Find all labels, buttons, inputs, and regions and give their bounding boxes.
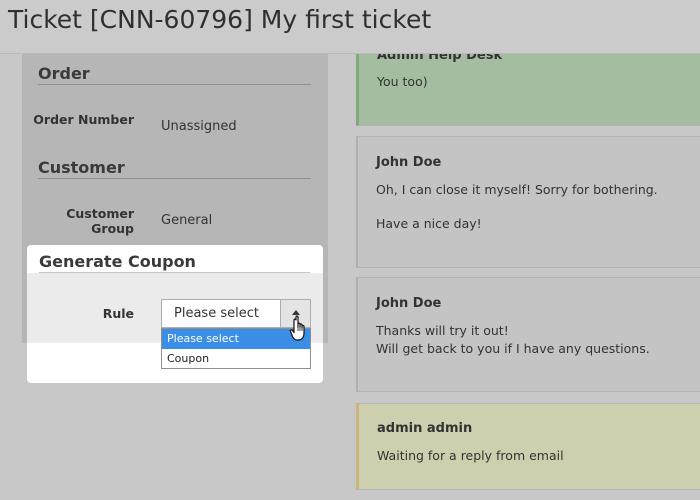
customer-divider bbox=[38, 178, 311, 179]
message-text: Have a nice day! bbox=[376, 216, 482, 231]
message-text: Thanks will try it out! bbox=[376, 323, 509, 338]
message-john-doe-2: John Doe Thanks will try it out! Will ge… bbox=[356, 277, 700, 392]
customer-section-title: Customer bbox=[38, 158, 125, 177]
hand-pointer-icon bbox=[289, 315, 305, 341]
message-text: Waiting for a reply from email bbox=[377, 448, 564, 463]
message-text: Will get back to you if I have any quest… bbox=[376, 341, 650, 356]
order-section-title: Order bbox=[38, 64, 90, 83]
page-title: Ticket [CNN-60796] My first ticket bbox=[8, 5, 432, 34]
message-text: Oh, I can close it myself! Sorry for bot… bbox=[376, 182, 658, 197]
message-author: admin admin bbox=[377, 421, 473, 436]
generate-coupon-card: Generate Coupon Rule Please select Pleas… bbox=[27, 245, 323, 383]
rule-select-value: Please select bbox=[174, 306, 259, 321]
order-number-value: Unassigned bbox=[161, 119, 237, 134]
customer-group-label: Customer Group bbox=[66, 206, 134, 236]
message-john-doe-1: John Doe Oh, I can close it myself! Sorr… bbox=[356, 136, 700, 268]
order-divider bbox=[38, 84, 311, 85]
message-text: You too) bbox=[377, 74, 428, 89]
rule-option-coupon[interactable]: Coupon bbox=[162, 349, 310, 369]
rule-option-please-select[interactable]: Please select bbox=[162, 329, 310, 349]
message-admin-admin: admin admin Waiting for a reply from ema… bbox=[356, 403, 700, 490]
coupon-section-title: Generate Coupon bbox=[39, 252, 196, 271]
order-number-label: Order Number bbox=[33, 112, 134, 127]
message-author: John Doe bbox=[376, 296, 442, 311]
rule-label: Rule bbox=[102, 306, 134, 321]
customer-group-value: General bbox=[161, 213, 213, 228]
page-header: Ticket [CNN-60796] My first ticket bbox=[0, 0, 700, 54]
message-author: John Doe bbox=[376, 155, 442, 170]
